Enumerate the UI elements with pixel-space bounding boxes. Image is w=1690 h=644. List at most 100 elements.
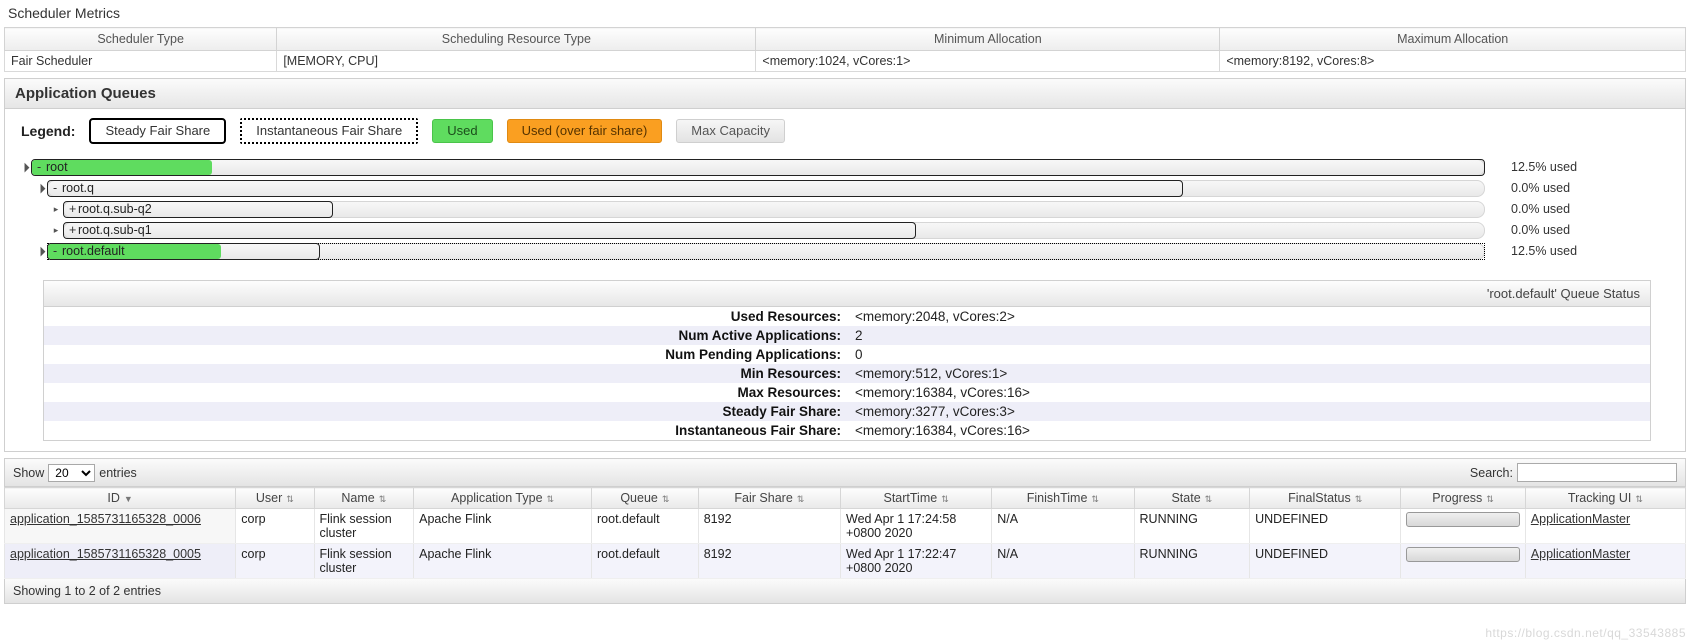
- legend-instantaneous-fair-share: Instantaneous Fair Share: [240, 118, 419, 144]
- applications-section: Show 20406080100 entries Search: ID ▼ User…: [3, 458, 1687, 604]
- column-header-state[interactable]: State ⇅: [1133, 487, 1251, 509]
- queue-name-text: root.q.sub-q2: [78, 201, 152, 216]
- sort-arrow-icon[interactable]: ⇅: [379, 494, 387, 505]
- queue-status-key: Max Resources:: [737, 385, 841, 400]
- queue-name-label[interactable]: - root.q: [53, 180, 94, 197]
- minus-icon: -: [53, 180, 58, 195]
- column-header-queue[interactable]: Queue ⇅: [591, 487, 699, 509]
- application-master-link[interactable]: ApplicationMaster: [1531, 512, 1630, 526]
- sort-arrow-icon[interactable]: ▼: [124, 494, 133, 504]
- sort-arrow-icon[interactable]: ⇅: [547, 494, 555, 505]
- queue-status-caption: 'root.default' Queue Status: [43, 280, 1651, 306]
- expand-triangle-icon[interactable]: [49, 204, 63, 215]
- queue-name-label[interactable]: + root.q.sub-q1: [69, 222, 152, 239]
- column-header-finalstatus[interactable]: FinalStatus ⇅: [1249, 487, 1402, 509]
- column-header-fair-share[interactable]: Fair Share ⇅: [697, 487, 842, 509]
- application-id-cell[interactable]: application_1585731165328_0005: [3, 543, 237, 579]
- application-queues-title: Application Queues: [5, 79, 1685, 109]
- queue-row[interactable]: +root.q.sub-q2 0.0% used: [9, 199, 1675, 219]
- queue-bar-list: -root12.5% used-root.q0.0% used+root.q.s…: [5, 153, 1685, 272]
- queue-status-key: Num Active Applications:: [678, 328, 841, 343]
- queue-used-percent: 12.5% used: [1511, 160, 1578, 174]
- application-id-cell[interactable]: application_1585731165328_0006: [3, 508, 237, 544]
- metrics-header-row: Scheduler Type Scheduling Resource Type …: [3, 27, 1686, 51]
- column-header-label: User: [255, 491, 283, 505]
- application-master-link[interactable]: ApplicationMaster: [1531, 547, 1630, 561]
- sort-arrow-icon[interactable]: ⇅: [1355, 494, 1363, 505]
- search-input[interactable]: [1517, 463, 1677, 482]
- collapse-triangle-icon[interactable]: [33, 183, 47, 194]
- metrics-col-max-allocation: Maximum Allocation: [1219, 27, 1686, 51]
- queue-capacity-bar[interactable]: - root: [31, 158, 1485, 176]
- queue-status-key: Steady Fair Share:: [722, 404, 841, 419]
- name-cell: Flink session cluster: [313, 508, 415, 544]
- application-id-link[interactable]: application_1585731165328_0006: [10, 512, 201, 526]
- queue-status-row: Min Resources: <memory:512, vCores:1>: [43, 364, 1651, 383]
- sort-arrow-icon[interactable]: ⇅: [286, 494, 294, 505]
- page-length-control: Show 20406080100 entries: [13, 463, 137, 482]
- queue-name-label[interactable]: - root: [37, 159, 68, 176]
- queue-capacity-bar[interactable]: - root.default: [47, 242, 1485, 260]
- sort-arrow-icon[interactable]: ⇅: [797, 494, 805, 505]
- entries-label: entries: [99, 465, 137, 480]
- column-header-label: FinishTime: [1026, 491, 1088, 505]
- queue-row[interactable]: -root 12.5% used: [9, 157, 1675, 177]
- fair-share-cell: 8192: [697, 543, 842, 579]
- name-cell: Flink session cluster: [313, 543, 415, 579]
- queue-status-key: Used Resources:: [730, 309, 841, 324]
- column-header-application-type[interactable]: Application Type ⇅: [413, 487, 592, 509]
- finish-time-cell: N/A: [991, 543, 1135, 579]
- collapse-triangle-icon[interactable]: [17, 162, 31, 173]
- sort-arrow-icon[interactable]: ⇅: [1091, 494, 1099, 505]
- final-status-cell: UNDEFINED: [1249, 543, 1402, 579]
- progress-cell: [1400, 543, 1526, 579]
- search-label: Search:: [1469, 465, 1513, 480]
- tracking-ui-cell[interactable]: ApplicationMaster: [1524, 508, 1687, 544]
- queue-status-value: 2: [855, 328, 863, 343]
- column-header-label: Fair Share: [734, 491, 793, 505]
- queue-status-row: Num Pending Applications: 0: [43, 345, 1651, 364]
- queue-row[interactable]: -root.q 0.0% used: [9, 178, 1675, 198]
- sort-arrow-icon[interactable]: ⇅: [941, 494, 949, 505]
- tracking-ui-cell[interactable]: ApplicationMaster: [1524, 543, 1687, 579]
- queue-status-section: 'root.default' Queue Status Used Resourc…: [43, 280, 1651, 441]
- table-row[interactable]: application_1585731165328_0005 corp Flink …: [3, 543, 1687, 579]
- queue-row[interactable]: -root.default 12.5% used: [9, 241, 1675, 261]
- queue-cell: root.default: [591, 508, 699, 544]
- queue-used-percent: 12.5% used: [1511, 244, 1578, 258]
- legend-steady-fair-share: Steady Fair Share: [89, 118, 227, 144]
- page-title: Scheduler Metrics: [8, 5, 121, 21]
- legend-max-capacity: Max Capacity: [676, 119, 786, 143]
- column-header-tracking-ui[interactable]: Tracking UI ⇅: [1524, 487, 1687, 509]
- applications-table: ID ▼ User ⇅ Name ⇅ Application Type ⇅ Queue ⇅ Fair…: [3, 487, 1687, 579]
- sort-arrow-icon[interactable]: ⇅: [662, 494, 670, 505]
- expand-triangle-icon[interactable]: [49, 225, 63, 236]
- user-cell: corp: [235, 508, 315, 544]
- queue-name-label[interactable]: - root.default: [53, 243, 125, 260]
- queue-capacity-bar[interactable]: + root.q.sub-q1: [63, 221, 1485, 239]
- queue-capacity-bar[interactable]: + root.q.sub-q2: [63, 200, 1485, 218]
- page-length-select[interactable]: 20406080100: [48, 463, 96, 482]
- queue-name-label[interactable]: + root.q.sub-q2: [69, 201, 152, 218]
- queue-status-key: Instantaneous Fair Share:: [675, 423, 841, 438]
- column-header-label: Application Type: [451, 491, 543, 505]
- application-queues-panel: Application Queues Legend: Steady Fair S…: [4, 78, 1686, 452]
- column-header-user[interactable]: User ⇅: [235, 487, 315, 509]
- metrics-col-resource-type: Scheduling Resource Type: [276, 27, 757, 51]
- collapse-triangle-icon[interactable]: [33, 246, 47, 257]
- queue-row[interactable]: +root.q.sub-q1 0.0% used: [9, 220, 1675, 240]
- column-header-name[interactable]: Name ⇅: [313, 487, 415, 509]
- user-cell: corp: [235, 543, 315, 579]
- sort-arrow-icon[interactable]: ⇅: [1635, 494, 1643, 505]
- progress-bar: [1406, 512, 1520, 527]
- column-header-progress[interactable]: Progress ⇅: [1400, 487, 1526, 509]
- table-row[interactable]: application_1585731165328_0006 corp Flink …: [3, 508, 1687, 544]
- sort-arrow-icon[interactable]: ⇅: [1486, 494, 1494, 505]
- queue-name-text: root.q: [62, 180, 94, 195]
- column-header-id[interactable]: ID ▼: [3, 487, 237, 509]
- column-header-finishtime[interactable]: FinishTime ⇅: [991, 487, 1135, 509]
- sort-arrow-icon[interactable]: ⇅: [1205, 494, 1213, 505]
- queue-capacity-bar[interactable]: - root.q: [47, 179, 1485, 197]
- application-id-link[interactable]: application_1585731165328_0005: [10, 547, 201, 561]
- column-header-starttime[interactable]: StartTime ⇅: [840, 487, 993, 509]
